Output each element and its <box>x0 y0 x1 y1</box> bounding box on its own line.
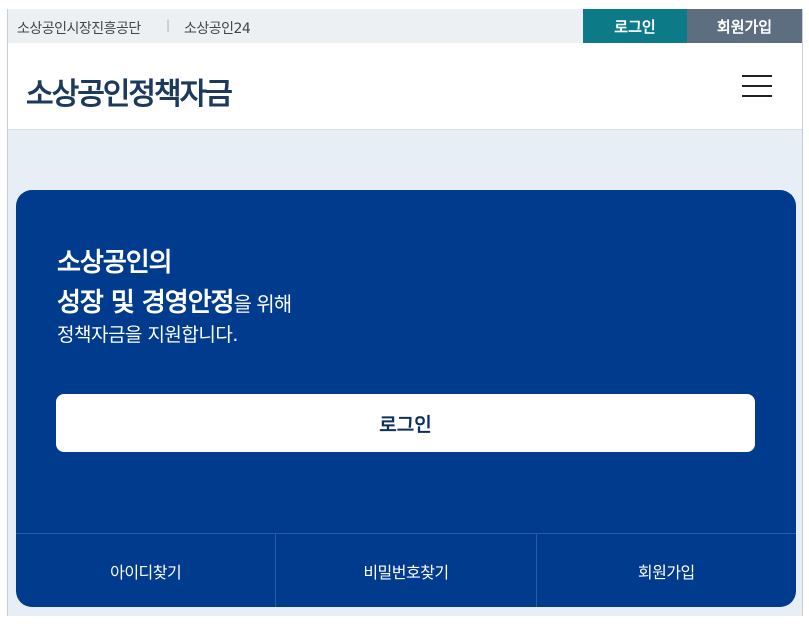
find-password-link[interactable]: 비밀번호찾기 <box>276 534 537 607</box>
utility-bar: 소상공인시장진흥공단 | 소상공인24 로그인 회원가입 <box>8 9 802 43</box>
site-logo[interactable]: 소상공인정책자금 <box>26 69 233 113</box>
hero-title-suffix: 을 위해 <box>233 292 293 316</box>
account-links: 아이디찾기 비밀번호찾기 회원가입 <box>16 533 796 607</box>
utility-separator: | <box>166 18 171 32</box>
find-id-link[interactable]: 아이디찾기 <box>16 534 277 607</box>
utility-login-button[interactable]: 로그인 <box>583 9 687 43</box>
hero-title-emphasis: 성장 및 경영안정 <box>57 288 235 318</box>
hamburger-menu-icon[interactable] <box>742 75 774 99</box>
hero-subtitle: 정책자금을 지원합니다. <box>57 324 238 346</box>
utility-join-button[interactable]: 회원가입 <box>687 9 802 43</box>
link-semas[interactable]: 소상공인시장진흥공단 <box>17 18 141 38</box>
login-button[interactable]: 로그인 <box>56 394 755 452</box>
hero-title-line1: 소상공인의 <box>57 248 173 278</box>
hero-title-line2: 성장 및 경영안정을 위해 <box>57 282 293 319</box>
signup-link[interactable]: 회원가입 <box>537 534 796 607</box>
site-header: 소상공인정책자금 <box>8 43 802 130</box>
login-card: 소상공인의 성장 및 경영안정을 위해 정책자금을 지원합니다. 로그인 아이디… <box>16 190 796 607</box>
link-sbiz24[interactable]: 소상공인24 <box>184 18 251 38</box>
browser-viewport: 소상공인시장진흥공단 | 소상공인24 로그인 회원가입 소상공인정책자금 소상… <box>7 9 803 616</box>
